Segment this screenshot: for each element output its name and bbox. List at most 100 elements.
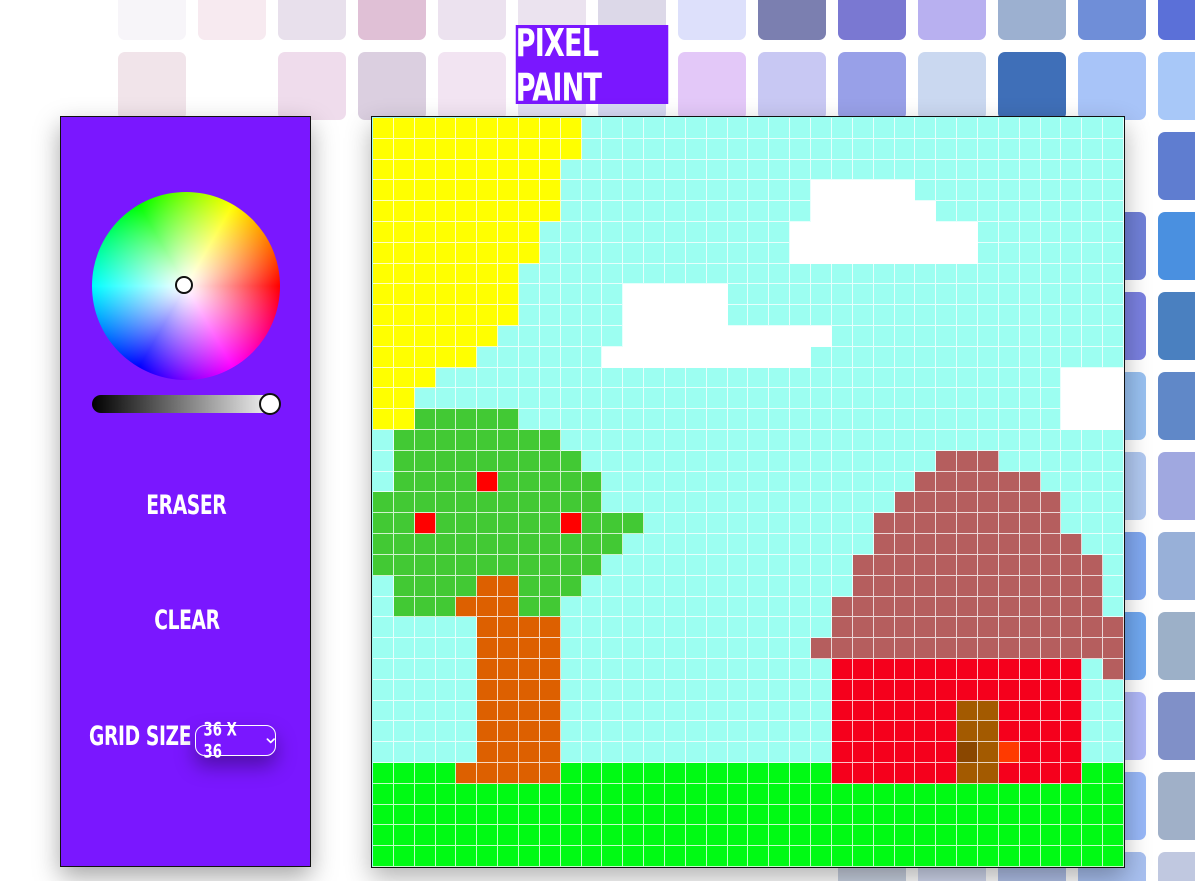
pixel-cell[interactable]	[977, 305, 999, 327]
pixel-cell[interactable]	[1019, 305, 1041, 327]
pixel-cell[interactable]	[623, 388, 645, 410]
pixel-cell[interactable]	[1019, 326, 1041, 347]
pixel-cell[interactable]	[706, 742, 728, 763]
pixel-cell[interactable]	[894, 638, 916, 659]
pixel-cell[interactable]	[977, 617, 999, 639]
pixel-cell[interactable]	[977, 638, 999, 659]
pixel-cell[interactable]	[414, 180, 436, 202]
pixel-cell[interactable]	[873, 367, 895, 389]
pixel-cell[interactable]	[998, 138, 1020, 160]
pixel-cell[interactable]	[748, 492, 770, 514]
pixel-cell[interactable]	[665, 263, 686, 285]
pixel-cell[interactable]	[915, 450, 937, 472]
pixel-cell[interactable]	[644, 638, 666, 659]
pixel-cell[interactable]	[373, 263, 394, 285]
pixel-cell[interactable]	[1061, 388, 1083, 410]
pixel-cell[interactable]	[1103, 617, 1124, 639]
pixel-cell[interactable]	[706, 679, 728, 701]
pixel-cell[interactable]	[477, 284, 499, 306]
pixel-cell[interactable]	[581, 638, 603, 659]
pixel-cell[interactable]	[373, 617, 394, 639]
pixel-cell[interactable]	[998, 825, 1020, 847]
pixel-cell[interactable]	[811, 222, 832, 243]
pixel-cell[interactable]	[706, 721, 728, 743]
pixel-cell[interactable]	[790, 305, 812, 327]
pixel-cell[interactable]	[790, 825, 812, 847]
pixel-cell[interactable]	[831, 679, 853, 701]
pixel-cell[interactable]	[1061, 700, 1083, 722]
pixel-cell[interactable]	[477, 346, 499, 368]
pixel-cell[interactable]	[393, 554, 415, 576]
pixel-cell[interactable]	[581, 575, 603, 597]
pixel-cell[interactable]	[581, 409, 603, 431]
pixel-cell[interactable]	[1082, 575, 1104, 597]
pixel-cell[interactable]	[1082, 242, 1104, 264]
pixel-cell[interactable]	[936, 534, 958, 555]
pixel-cell[interactable]	[957, 471, 978, 493]
pixel-cell[interactable]	[748, 430, 770, 451]
pixel-cell[interactable]	[831, 596, 853, 618]
pixel-cell[interactable]	[685, 534, 707, 555]
pixel-cell[interactable]	[852, 284, 874, 306]
pixel-cell[interactable]	[644, 742, 666, 763]
pixel-cell[interactable]	[477, 409, 499, 431]
pixel-cell[interactable]	[498, 513, 520, 535]
pixel-cell[interactable]	[852, 700, 874, 722]
pixel-cell[interactable]	[1061, 450, 1083, 472]
pixel-cell[interactable]	[769, 242, 791, 264]
pixel-cell[interactable]	[602, 367, 624, 389]
pixel-cell[interactable]	[665, 222, 686, 243]
pixel-cell[interactable]	[435, 222, 457, 243]
pixel-cell[interactable]	[1040, 284, 1062, 306]
pixel-cell[interactable]	[915, 159, 937, 181]
pixel-cell[interactable]	[1040, 180, 1062, 202]
pixel-cell[interactable]	[477, 471, 499, 493]
pixel-cell[interactable]	[373, 825, 394, 847]
pixel-cell[interactable]	[894, 222, 916, 243]
pixel-cell[interactable]	[769, 284, 791, 306]
pixel-cell[interactable]	[998, 367, 1020, 389]
pixel-cell[interactable]	[852, 138, 874, 160]
pixel-cell[interactable]	[811, 326, 832, 347]
pixel-cell[interactable]	[685, 804, 707, 826]
pixel-cell[interactable]	[1082, 409, 1104, 431]
pixel-cell[interactable]	[373, 180, 394, 202]
pixel-cell[interactable]	[936, 305, 958, 327]
pixel-cell[interactable]	[373, 326, 394, 347]
pixel-cell[interactable]	[1040, 222, 1062, 243]
pixel-cell[interactable]	[998, 201, 1020, 223]
pixel-cell[interactable]	[915, 638, 937, 659]
pixel-cell[interactable]	[998, 804, 1020, 826]
pixel-cell[interactable]	[727, 617, 749, 639]
pixel-cell[interactable]	[456, 596, 478, 618]
pixel-cell[interactable]	[519, 825, 540, 847]
pixel-cell[interactable]	[1061, 762, 1083, 784]
pixel-cell[interactable]	[748, 638, 770, 659]
pixel-cell[interactable]	[790, 617, 812, 639]
pixel-cell[interactable]	[915, 617, 937, 639]
pixel-cell[interactable]	[977, 783, 999, 805]
pixel-cell[interactable]	[477, 326, 499, 347]
pixel-cell[interactable]	[894, 762, 916, 784]
pixel-cell[interactable]	[1040, 492, 1062, 514]
pixel-cell[interactable]	[769, 409, 791, 431]
pixel-cell[interactable]	[1103, 242, 1124, 264]
pixel-cell[interactable]	[602, 138, 624, 160]
pixel-cell[interactable]	[998, 284, 1020, 306]
pixel-cell[interactable]	[560, 575, 582, 597]
pixel-cell[interactable]	[831, 201, 853, 223]
pixel-cell[interactable]	[560, 804, 582, 826]
pixel-cell[interactable]	[414, 679, 436, 701]
pixel-cell[interactable]	[477, 700, 499, 722]
pixel-cell[interactable]	[665, 513, 686, 535]
pixel-cell[interactable]	[1019, 554, 1041, 576]
pixel-cell[interactable]	[977, 201, 999, 223]
pixel-cell[interactable]	[1019, 804, 1041, 826]
pixel-cell[interactable]	[623, 222, 645, 243]
pixel-cell[interactable]	[685, 658, 707, 680]
pixel-cell[interactable]	[685, 138, 707, 160]
pixel-cell[interactable]	[831, 159, 853, 181]
pixel-cell[interactable]	[915, 305, 937, 327]
pixel-cell[interactable]	[435, 804, 457, 826]
pixel-cell[interactable]	[936, 180, 958, 202]
